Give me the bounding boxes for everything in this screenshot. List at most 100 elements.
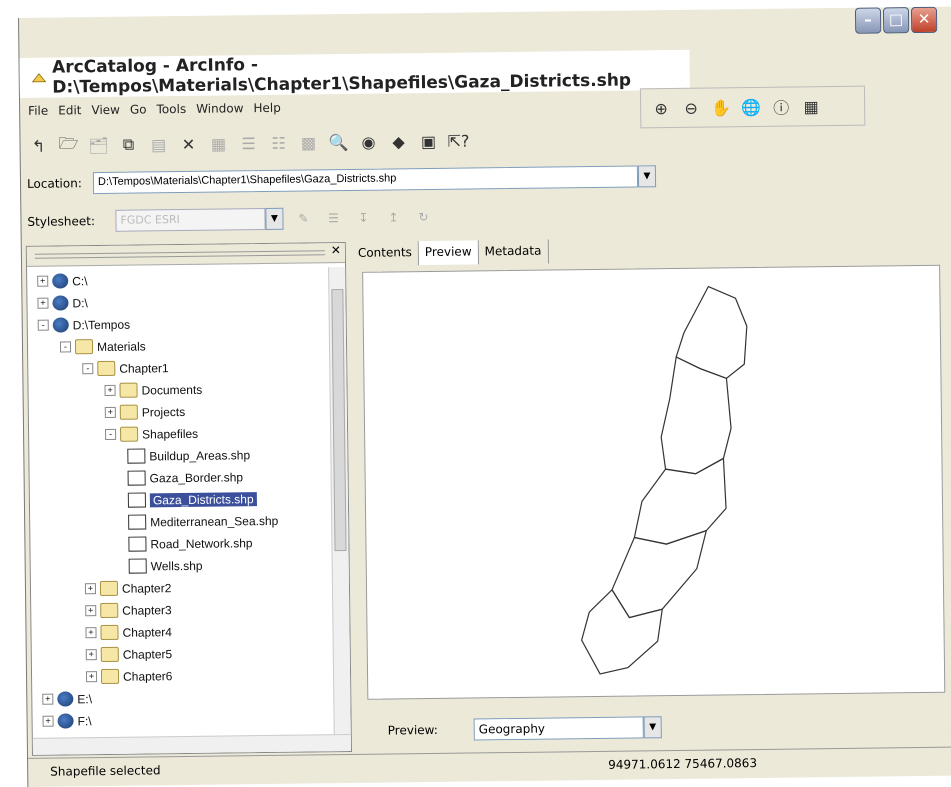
tree-item[interactable]: - Shapefiles <box>105 423 198 445</box>
expand-icon[interactable]: + <box>104 406 116 418</box>
expand-icon[interactable]: + <box>85 627 97 639</box>
tree-item-label: Gaza_Districts.shp <box>149 491 257 507</box>
menu-view[interactable]: View <box>91 103 120 125</box>
tree-item[interactable]: Gaza_Districts.shp <box>127 488 257 511</box>
identify-icon[interactable]: ⓘ <box>771 97 791 118</box>
expand-icon[interactable]: + <box>37 297 49 309</box>
close-button[interactable]: ✕ <box>910 6 938 34</box>
up-one-level-icon[interactable]: ↰ <box>28 136 48 156</box>
tree-scroll-thumb[interactable] <box>331 289 347 552</box>
minimize-button[interactable]: – <box>854 7 882 34</box>
catalog-tree: + C:\ + D:\ - D:\Tempos - Materials - Chapter1 + Do… <box>27 267 327 729</box>
menu-tools[interactable]: Tools <box>157 102 187 124</box>
stylesheet-dropdown-icon[interactable]: ▼ <box>265 207 284 230</box>
tree-item[interactable]: Buildup_Areas.shp <box>127 444 250 466</box>
arccatalog-app-icon <box>31 73 47 83</box>
arcmap-icon[interactable]: ◉ <box>358 132 378 152</box>
stylesheet-select[interactable]: FGDC ESRI <box>115 207 266 232</box>
zoom-out-icon[interactable]: ⊖ <box>681 98 701 118</box>
tree-vertical-scrollbar[interactable] <box>328 267 351 736</box>
thumbnails-icon[interactable]: ▩ <box>298 132 318 152</box>
expand-icon[interactable]: + <box>104 384 116 396</box>
preview-dropdown-icon[interactable]: ▼ <box>643 716 662 739</box>
tree-item-label: Mediterranean_Sea.shp <box>150 513 279 529</box>
edit-metadata-icon[interactable]: ✎ <box>293 208 313 228</box>
zoom-in-icon[interactable]: ⊕ <box>651 98 671 118</box>
tree-item[interactable]: + Chapter6 <box>85 665 173 687</box>
drive-icon <box>57 713 74 729</box>
tree-item[interactable]: - Chapter1 <box>82 357 169 379</box>
tree-item-label: F:\ <box>77 713 92 728</box>
menu-window[interactable]: Window <box>196 101 244 124</box>
preview-type-select[interactable]: Geography <box>473 716 644 741</box>
tree-item[interactable]: Road_Network.shp <box>128 532 253 555</box>
import-metadata-icon[interactable]: ↧ <box>353 208 373 228</box>
full-extent-globe-icon[interactable]: 🌐 <box>741 97 761 117</box>
tree-horizontal-scrollbar[interactable] <box>32 733 351 755</box>
folder-icon <box>120 426 139 442</box>
arctoolbox-icon[interactable]: ◆ <box>388 131 408 151</box>
close-panel-icon[interactable]: ✕ <box>331 243 341 257</box>
tree-item[interactable]: Mediterranean_Sea.shp <box>128 510 278 533</box>
create-update-metadata-icon[interactable]: ↻ <box>413 207 433 227</box>
expand-icon[interactable]: + <box>37 275 49 287</box>
view-tabs: Contents Preview Metadata <box>351 239 549 266</box>
menu-help[interactable]: Help <box>253 101 281 123</box>
tree-item[interactable]: + D:\ <box>37 292 88 314</box>
collapse-icon[interactable]: - <box>105 428 117 440</box>
tree-item[interactable]: + Chapter5 <box>85 643 173 665</box>
pan-hand-icon[interactable]: ✋ <box>711 97 731 117</box>
export-metadata-icon[interactable]: ↥ <box>383 207 403 227</box>
search-icon[interactable]: 🔍 <box>328 132 348 152</box>
large-icons-icon[interactable]: ▦ <box>208 133 228 153</box>
tree-item[interactable]: + Documents <box>104 379 202 401</box>
district-gaza <box>660 356 732 475</box>
tree-item[interactable]: + Chapter3 <box>85 599 172 621</box>
tree-item[interactable]: + Chapter2 <box>84 577 172 599</box>
location-input[interactable]: D:\Tempos\Materials\Chapter1\Shapefiles\… <box>92 165 639 195</box>
menu-file[interactable]: File <box>28 104 48 126</box>
expand-icon[interactable]: + <box>85 649 97 661</box>
tree-item[interactable]: + Chapter4 <box>85 621 172 643</box>
window-controls: – □ ✕ <box>854 6 938 34</box>
tab-metadata[interactable]: Metadata <box>478 239 549 265</box>
create-thumbnail-icon[interactable]: ▦ <box>801 96 821 116</box>
geography-preview[interactable] <box>362 264 946 700</box>
details-icon[interactable]: ☷ <box>268 133 288 153</box>
expand-icon[interactable]: + <box>85 605 97 617</box>
tree-item[interactable]: - Materials <box>59 335 146 357</box>
tree-item[interactable]: - D:\Tempos <box>37 314 131 336</box>
delete-icon[interactable]: ✕ <box>178 134 198 154</box>
expand-icon[interactable]: + <box>42 693 54 705</box>
tree-item[interactable]: + E:\ <box>42 688 92 710</box>
tab-preview[interactable]: Preview <box>418 240 479 266</box>
content-panel: Contents Preview Metadata Preview: Geogr… <box>351 232 948 755</box>
tree-item[interactable]: + F:\ <box>42 710 92 732</box>
collapse-icon[interactable]: - <box>59 341 72 353</box>
menu-go[interactable]: Go <box>130 102 147 124</box>
metadata-properties-icon[interactable]: ☰ <box>323 208 343 228</box>
expand-icon[interactable]: + <box>42 715 54 727</box>
list-icon[interactable]: ☰ <box>238 133 258 153</box>
menu-edit[interactable]: Edit <box>58 103 82 125</box>
expand-icon[interactable]: + <box>84 583 97 595</box>
connect-folder-icon[interactable]: 🗁 <box>58 133 78 155</box>
tab-contents[interactable]: Contents <box>351 241 420 266</box>
disconnect-folder-icon[interactable]: 🗂 <box>88 135 109 155</box>
tree-item[interactable]: Gaza_Border.shp <box>127 466 244 488</box>
shapefile-icon <box>128 536 147 552</box>
tree-item[interactable]: Wells.shp <box>128 555 203 577</box>
tree-item[interactable]: + Projects <box>104 401 186 423</box>
command-line-icon[interactable]: ▣ <box>418 131 438 151</box>
collapse-icon[interactable]: - <box>37 319 49 331</box>
collapse-icon[interactable]: - <box>82 363 94 375</box>
panel-grip[interactable] <box>34 250 325 259</box>
title-bar: ArcCatalog - ArcInfo - D:\Tempos\Materia… <box>19 49 690 98</box>
tree-item[interactable]: + C:\ <box>37 270 88 292</box>
paste-icon[interactable]: ▤ <box>148 134 168 154</box>
whats-this-icon[interactable]: ⇱? <box>447 131 469 151</box>
copy-icon[interactable]: ⧉ <box>118 135 138 155</box>
location-dropdown-icon[interactable]: ▼ <box>637 165 657 188</box>
maximize-button[interactable]: □ <box>882 7 910 34</box>
expand-icon[interactable]: + <box>85 671 98 683</box>
